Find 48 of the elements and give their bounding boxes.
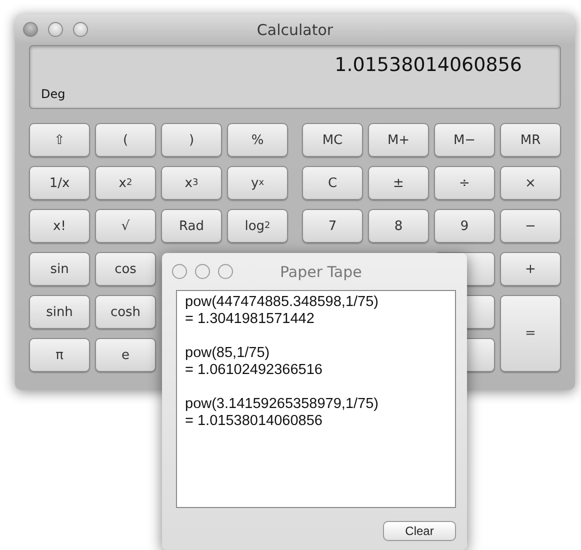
calculator-key[interactable]: x! <box>29 209 90 243</box>
calculator-key[interactable]: y$^{x}$ <box>227 166 288 200</box>
tape-expression: pow(447474885.348598,1/75) <box>185 294 380 311</box>
display-value: 1.01538014060856 <box>334 54 522 76</box>
calculator-key[interactable]: cosh <box>95 295 156 329</box>
close-icon[interactable] <box>172 264 187 279</box>
calculator-key[interactable]: + <box>500 252 561 286</box>
minimize-icon[interactable] <box>48 22 63 37</box>
calculator-key[interactable]: cos <box>95 252 156 286</box>
calculator-key[interactable]: ± <box>368 166 429 200</box>
calculator-key[interactable]: 9 <box>434 209 495 243</box>
calculator-key[interactable]: × <box>500 166 561 200</box>
calculator-key[interactable]: ⇧ <box>29 123 90 157</box>
calculator-key[interactable]: M+ <box>368 123 429 157</box>
zoom-icon[interactable] <box>218 264 233 279</box>
calculator-key[interactable]: % <box>227 123 288 157</box>
calculator-key[interactable]: sinh <box>29 295 90 329</box>
close-icon[interactable] <box>23 22 38 37</box>
calculator-key[interactable]: ( <box>95 123 156 157</box>
zoom-icon[interactable] <box>73 22 88 37</box>
calculator-key[interactable]: 1/x <box>29 166 90 200</box>
calculator-key[interactable]: ÷ <box>434 166 495 200</box>
calculator-key[interactable]: x$^{2}$ <box>95 166 156 200</box>
calculator-key[interactable]: MC <box>302 123 363 157</box>
tape-expression: pow(3.14159265358979,1/75) <box>185 396 380 413</box>
calculator-key[interactable]: MR <box>500 123 561 157</box>
calculator-key[interactable]: − <box>500 209 561 243</box>
calculator-key[interactable]: M− <box>434 123 495 157</box>
calculator-key[interactable]: ) <box>161 123 222 157</box>
tape-result: = 1.3041981571442 <box>185 311 316 328</box>
equals-key[interactable]: = <box>500 295 561 372</box>
tape-result: = 1.06102492366516 <box>185 362 324 379</box>
calculator-key[interactable]: Rad <box>161 209 222 243</box>
calculator-key[interactable]: C <box>302 166 363 200</box>
calculator-key[interactable]: sin <box>29 252 90 286</box>
calculator-key[interactable]: 8 <box>368 209 429 243</box>
clear-button[interactable]: Clear <box>383 521 456 541</box>
calculator-key[interactable]: 7 <box>302 209 363 243</box>
calculator-key[interactable]: e <box>95 338 156 372</box>
window-title: Calculator <box>256 20 334 38</box>
angle-mode: Deg <box>41 87 66 101</box>
minimize-icon[interactable] <box>195 264 210 279</box>
calculator-key[interactable]: π <box>29 338 90 372</box>
window-title: Paper Tape <box>280 262 362 280</box>
calculator-key[interactable]: x$^{3}$ <box>161 166 222 200</box>
calculator-key[interactable]: √ <box>95 209 156 243</box>
tape-expression: pow(85,1/75) <box>185 345 271 362</box>
tape-result: = 1.01538014060856 <box>185 413 324 430</box>
